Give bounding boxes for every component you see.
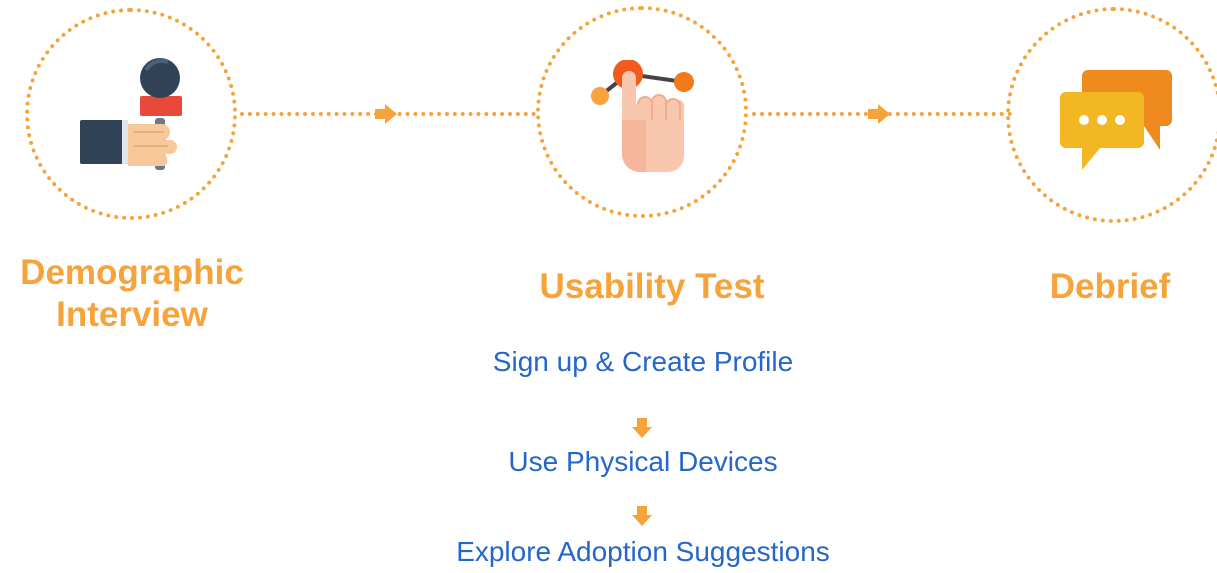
arrow-down-icon — [632, 418, 652, 438]
usability-step-1: Sign up & Create Profile — [492, 346, 794, 377]
arrow-down-icon — [632, 506, 652, 526]
stage-title-demographic: Demographic Interview — [0, 252, 264, 336]
usability-step-2: Use Physical Devices — [508, 446, 778, 477]
stage-title-line-2: Interview — [56, 295, 208, 334]
touch-gesture-icon — [591, 60, 694, 173]
stage-title-usability: Usability Test — [490, 266, 814, 308]
stage-title-line-1: Demographic — [20, 253, 244, 292]
stage-title-line-1: Debrief — [1049, 267, 1171, 306]
usability-step-3: Explore Adoption Suggestions — [456, 536, 830, 567]
arrow-right-icon — [375, 104, 397, 124]
arrow-right-icon — [868, 104, 890, 124]
stage-title-debrief: Debrief — [1010, 266, 1210, 308]
chat-bubbles-icon — [1060, 70, 1172, 170]
stage-title-line-1: Usability Test — [539, 267, 765, 306]
microphone-hand-icon — [80, 58, 182, 170]
